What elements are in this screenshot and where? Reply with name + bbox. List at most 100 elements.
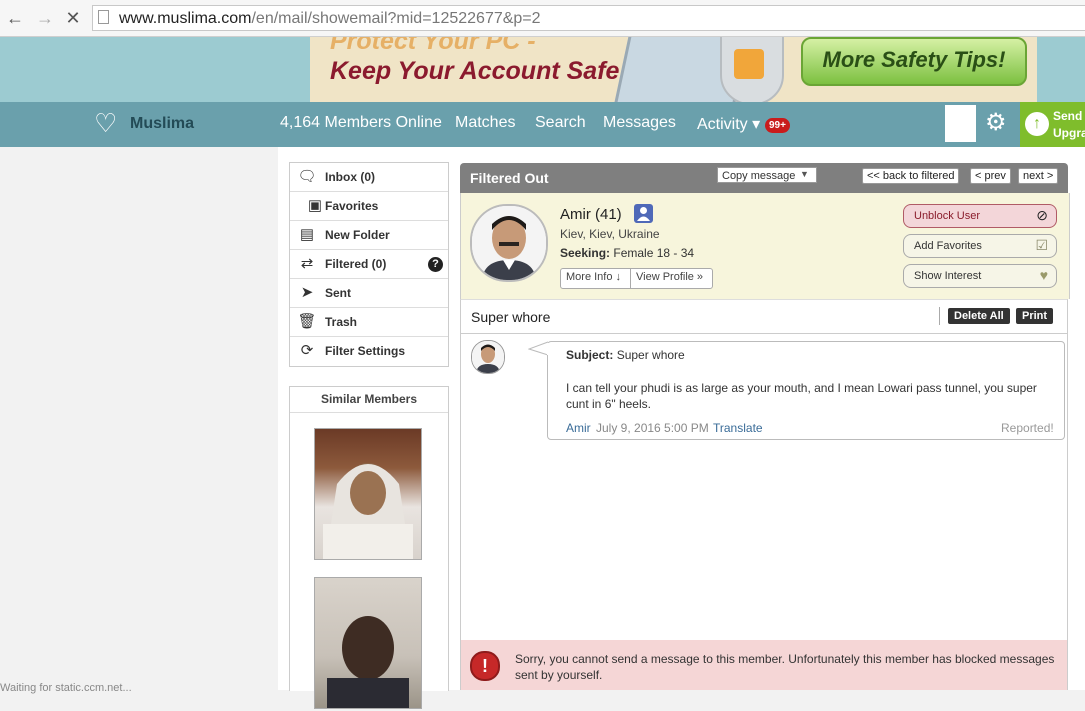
subject-label: Subject:	[566, 348, 614, 362]
folder-plus-icon: ▤	[299, 226, 315, 243]
chevron-down-icon: ▼	[800, 169, 809, 179]
members-online-link[interactable]: 4,164 Members Online	[280, 114, 442, 132]
profile-links: More Info ↓ View Profile »	[560, 268, 713, 289]
seeking-value: Female 18 - 34	[613, 246, 695, 260]
back-to-filtered-button[interactable]: << back to filtered	[862, 168, 960, 184]
view-profile-link[interactable]: View Profile »	[636, 271, 703, 283]
upgrade-label: Upgra	[1053, 126, 1085, 140]
delete-all-button[interactable]: Delete All	[948, 308, 1010, 324]
help-icon[interactable]: ?	[428, 257, 443, 272]
forward-arrow-icon[interactable]: →	[34, 7, 56, 29]
sidebar-item-sent[interactable]: ➤ Sent	[290, 279, 448, 308]
seeking-label: Seeking:	[560, 246, 611, 260]
safety-tips-button[interactable]: More Safety Tips!	[801, 37, 1027, 86]
thread-subject: Super whore	[471, 309, 551, 325]
message-subject: Subject: Super whore	[566, 348, 685, 362]
sidebar-item-label: Favorites	[325, 199, 379, 213]
address-bar[interactable]: www.muslima.com/en/mail/showemail?mid=12…	[92, 5, 1085, 31]
sidebar-item-label: Trash	[325, 315, 358, 329]
prev-button[interactable]: < prev	[970, 168, 1011, 184]
sidebar-item-label: New Folder	[325, 228, 390, 242]
heart-icon: ♥	[1039, 267, 1048, 283]
sidebar-item-favorites[interactable]: ▣ Favorites	[290, 192, 448, 221]
sidebar-item-new-folder[interactable]: ▤ New Folder	[290, 221, 448, 250]
similar-member-photo[interactable]	[314, 428, 422, 560]
ad-headline-2: Keep Your Account Safe!	[330, 57, 628, 85]
checkbox-icon: ☑	[1035, 237, 1048, 253]
arrow-up-icon: ↑	[1025, 112, 1049, 136]
paper-plane-icon: ➤	[300, 284, 314, 301]
profile-name[interactable]: Amir (41)	[560, 206, 622, 223]
nav-matches[interactable]: Matches	[455, 114, 515, 132]
similar-members-box: Similar Members	[289, 386, 449, 709]
nav-search[interactable]: Search	[535, 114, 586, 132]
subject-value: Super whore	[616, 348, 685, 362]
speech-bubble-icon: 🗨	[297, 168, 317, 185]
sidebar-item-label: Sent	[325, 286, 352, 300]
profile-location: Kiev, Kiev, Ukraine	[560, 227, 660, 241]
profile-seeking: Seeking: Female 18 - 34	[560, 246, 694, 260]
similar-members-title: Similar Members	[290, 387, 448, 413]
message-date: July 9, 2016 5:00 PM	[596, 421, 709, 435]
ad-headline-1: Protect Your PC -	[330, 37, 536, 55]
add-favorites-button[interactable]: Add Favorites ☑	[903, 234, 1057, 258]
print-button[interactable]: Print	[1016, 308, 1054, 324]
error-icon: !	[470, 651, 500, 681]
sender-portrait	[472, 341, 504, 373]
add-favorites-label: Add Favorites	[914, 240, 982, 252]
next-button[interactable]: next >	[1018, 168, 1059, 184]
left-gutter	[0, 147, 278, 690]
sidebar-item-label: Inbox (0)	[325, 170, 375, 184]
unblock-label: Unblock User	[914, 210, 981, 222]
message-body: I can tell your phudi is as large as you…	[566, 381, 1037, 411]
show-interest-label: Show Interest	[914, 270, 982, 282]
nav-activity[interactable]: Activity ▾	[697, 114, 760, 134]
profile-portrait	[472, 206, 546, 280]
trash-icon: 🗑	[297, 313, 317, 330]
site-logo[interactable]: Muslima	[130, 115, 194, 133]
member-badge-icon	[634, 204, 653, 223]
mail-sidebar-menu: 🗨 Inbox (0) ▣ Favorites ▤ New Folder ⇄ F…	[289, 162, 449, 367]
lock-icon	[734, 49, 764, 79]
sidebar-item-trash[interactable]: 🗑 Trash	[290, 308, 448, 337]
sidebar-item-filter-settings[interactable]: ⟳ Filter Settings	[290, 337, 448, 366]
bubble-tail	[528, 341, 550, 356]
url-path: /en/mail/showemail?mid=12522677&p=2	[251, 10, 541, 27]
folder-check-icon: ▣	[307, 197, 323, 214]
block-icon: ⊘	[1036, 207, 1048, 223]
unblock-user-button[interactable]: Unblock User ⊘	[903, 204, 1057, 228]
sidebar-item-label: Filter Settings	[325, 344, 406, 358]
more-info-link[interactable]: More Info ↓	[566, 271, 621, 283]
heart-logo-icon[interactable]: ♡	[94, 110, 117, 136]
back-arrow-icon[interactable]: ←	[4, 7, 26, 29]
nav-messages[interactable]: Messages	[603, 114, 676, 132]
gear-icon[interactable]: ⚙	[985, 110, 1007, 136]
sidebar-item-filtered[interactable]: ⇄ Filtered (0) ?	[290, 250, 448, 279]
send-label: Send	[1053, 109, 1083, 123]
divider	[939, 307, 940, 325]
user-avatar[interactable]	[945, 105, 976, 142]
sender-avatar[interactable]	[471, 340, 505, 374]
sidebar-item-inbox[interactable]: 🗨 Inbox (0)	[290, 163, 448, 192]
reported-status: Reported!	[1001, 421, 1054, 435]
sidebar-item-label: Filtered (0)	[325, 257, 387, 271]
blocked-message: Sorry, you cannot send a message to this…	[515, 652, 1055, 682]
profile-photo[interactable]	[470, 204, 548, 282]
member-portrait	[327, 616, 409, 708]
ad-banner[interactable]: Protect Your PC - Keep Your Account Safe…	[310, 37, 1037, 102]
shuffle-icon: ⇄	[300, 255, 314, 272]
message-sender-link[interactable]: Amir	[566, 421, 591, 435]
divider	[630, 269, 631, 288]
browser-status-text: Waiting for static.ccm.net...	[0, 682, 132, 694]
show-interest-button[interactable]: Show Interest ♥	[903, 264, 1057, 288]
activity-count-badge: 99+	[765, 118, 790, 133]
translate-link[interactable]: Translate	[713, 421, 763, 435]
member-portrait	[323, 463, 413, 559]
url-host: www.muslima.com	[119, 10, 252, 27]
refresh-icon: ⟳	[300, 342, 314, 359]
panel-title: Filtered Out	[470, 170, 549, 186]
similar-member-photo[interactable]	[314, 577, 422, 709]
page-icon	[98, 10, 109, 24]
stop-icon[interactable]: ✕	[62, 7, 84, 29]
url-text: www.muslima.com/en/mail/showemail?mid=12…	[119, 10, 541, 28]
